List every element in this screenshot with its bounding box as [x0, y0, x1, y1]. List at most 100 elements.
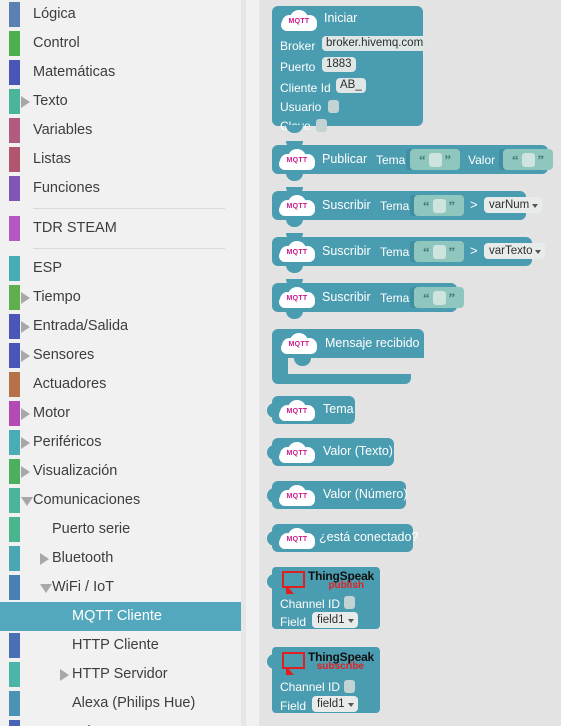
expand-triangle-right-icon[interactable]	[21, 292, 30, 304]
quote-close-icon: ”	[537, 152, 545, 167]
string-slot[interactable]	[432, 198, 446, 213]
field-label-tema: Tema	[376, 153, 406, 167]
block-mqtt-esta-conectado[interactable]: MQTT ¿está conectado?	[267, 524, 418, 552]
field-input-clave[interactable]	[316, 119, 327, 132]
sidebar-item-label: Control	[33, 35, 80, 52]
field-input-channel-id[interactable]	[344, 680, 355, 693]
sidebar-item-texto[interactable]: Texto	[0, 87, 241, 116]
dropdown-variable-varnum[interactable]: varNum	[484, 197, 543, 213]
sidebar-item-tdr-steam[interactable]: TDR STEAM	[0, 214, 241, 243]
chevron-down-icon	[347, 619, 354, 623]
block-mqtt-publicar[interactable]: MQTT Publicar Tema “ ” Valor “ ”	[272, 141, 553, 181]
mqtt-logo-text: MQTT	[288, 341, 310, 348]
expand-triangle-right-icon[interactable]	[40, 553, 49, 565]
sidebar-item-control[interactable]: Control	[0, 29, 241, 58]
field-label-usuario: Usuario	[280, 100, 322, 114]
string-slot[interactable]	[428, 152, 442, 167]
block-palette-flyout[interactable]: MQTT Iniciar Broker broker.hivemq.com Pu…	[260, 0, 561, 726]
block-title-mensaje-recibido: Mensaje recibido	[325, 336, 420, 350]
category-color-chip	[9, 546, 20, 571]
category-color-chip	[9, 430, 20, 455]
field-label-broker: Broker	[280, 39, 316, 53]
block-thingspeak-publish[interactable]: ThingSpeak publish Channel ID Field fiel…	[267, 567, 380, 629]
expand-triangle-right-icon[interactable]	[60, 669, 69, 681]
category-color-chip	[9, 459, 20, 484]
dropdown-field[interactable]: field1	[312, 696, 358, 712]
sidebar-item-label: Alexa (Philips Hue)	[72, 695, 196, 712]
block-mqtt-mensaje-recibido[interactable]: MQTT Mensaje recibido	[272, 329, 424, 384]
toolbox-scrollbar-track[interactable]	[246, 0, 504, 726]
block-mqtt-valor-numero[interactable]: MQTT Valor (Número)	[267, 481, 408, 509]
string-block-tema[interactable]: “ ”	[414, 287, 464, 308]
expand-triangle-down-icon[interactable]	[21, 497, 33, 506]
sidebar-item-label: Actuadores	[33, 376, 107, 393]
field-input-cliente-id[interactable]: AB_	[336, 78, 366, 93]
mqtt-logo-icon: MQTT	[278, 241, 316, 262]
sidebar-item-alexa-philips-hue[interactable]: Alexa (Philips Hue)	[0, 689, 241, 718]
block-mqtt-suscribir-simple[interactable]: MQTT Suscribir Tema “ ”	[272, 279, 464, 319]
quote-open-icon: “	[423, 290, 430, 305]
arrow-separator: >	[470, 197, 478, 212]
sidebar-item-telegram-bot[interactable]: Telegram Bot	[0, 718, 241, 726]
field-label-channel-id: Channel ID	[280, 680, 341, 694]
category-color-chip	[9, 89, 20, 114]
block-mqtt-suscribir-num[interactable]: MQTT Suscribir Tema “ ” > varNum	[272, 187, 543, 227]
sidebar-item-comunicaciones[interactable]: Comunicaciones	[0, 486, 241, 515]
field-input-broker[interactable]: broker.hivemq.com	[322, 36, 428, 51]
expand-triangle-down-icon[interactable]	[40, 584, 52, 593]
sidebar-item-mqtt-cliente[interactable]: MQTT Cliente	[0, 602, 241, 631]
sidebar-item-perif-ricos[interactable]: Periféricos	[0, 428, 241, 457]
block-mqtt-iniciar[interactable]: MQTT Iniciar Broker broker.hivemq.com Pu…	[272, 6, 428, 133]
sidebar-item-listas[interactable]: Listas	[0, 145, 241, 174]
quote-open-icon: “	[423, 198, 430, 213]
sidebar-item-entrada-salida[interactable]: Entrada/Salida	[0, 312, 241, 341]
sidebar-item-variables[interactable]: Variables	[0, 116, 241, 145]
mqtt-logo-text: MQTT	[286, 493, 308, 500]
sidebar-item-http-servidor[interactable]: HTTP Servidor	[0, 660, 241, 689]
field-input-usuario[interactable]	[328, 100, 339, 113]
c-block-inner-notch	[294, 358, 311, 366]
field-input-channel-id[interactable]	[344, 596, 355, 609]
string-slot[interactable]	[432, 290, 446, 305]
sidebar-item-wifi-iot[interactable]: WiFi / IoT	[0, 573, 241, 602]
block-mqtt-valor-texto[interactable]: MQTT Valor (Texto)	[267, 438, 394, 466]
block-thingspeak-subscribe[interactable]: ThingSpeak subscribe Channel ID Field fi…	[267, 647, 380, 713]
sidebar-item-sensores[interactable]: Sensores	[0, 341, 241, 370]
dropdown-field[interactable]: field1	[312, 612, 358, 628]
expand-triangle-right-icon[interactable]	[21, 466, 30, 478]
sidebar-item-label: Visualización	[33, 463, 118, 480]
toolbox-tree[interactable]: Lógica Control Matemáticas Texto Variables Li…	[0, 0, 241, 726]
string-block-tema[interactable]: “ ”	[410, 149, 460, 170]
sidebar-item-bluetooth[interactable]: Bluetooth	[0, 544, 241, 573]
sidebar-item-label: Periféricos	[33, 434, 102, 451]
string-block-valor[interactable]: “ ”	[503, 149, 553, 170]
sidebar-item-http-cliente[interactable]: HTTP Cliente	[0, 631, 241, 660]
field-input-puerto[interactable]: 1883	[322, 57, 356, 72]
sidebar-item-tiempo[interactable]: Tiempo	[0, 283, 241, 312]
expand-triangle-right-icon[interactable]	[21, 321, 30, 333]
sidebar-item-l-gica[interactable]: Lógica	[0, 0, 241, 29]
sidebar-item-funciones[interactable]: Funciones	[0, 174, 241, 203]
expand-triangle-right-icon[interactable]	[21, 96, 30, 108]
sidebar-item-puerto-serie[interactable]: Puerto serie	[0, 515, 241, 544]
expand-triangle-right-icon[interactable]	[21, 437, 30, 449]
string-slot[interactable]	[432, 244, 446, 259]
sidebar-item-matem-ticas[interactable]: Matemáticas	[0, 58, 241, 87]
block-mqtt-suscribir-texto[interactable]: MQTT Suscribir Tema “ ” > varTexto	[272, 233, 546, 273]
sidebar-item-actuadores[interactable]: Actuadores	[0, 370, 241, 399]
tree-divider	[33, 208, 225, 209]
string-block-tema[interactable]: “ ”	[414, 195, 464, 216]
expand-triangle-right-icon[interactable]	[21, 408, 30, 420]
dropdown-variable-vartexto[interactable]: varTexto	[484, 243, 546, 259]
string-slot[interactable]	[521, 152, 535, 167]
sidebar-item-motor[interactable]: Motor	[0, 399, 241, 428]
sidebar-item-visualizaci-n[interactable]: Visualización	[0, 457, 241, 486]
dropdown-value: varTexto	[489, 245, 533, 257]
category-color-chip	[9, 633, 20, 658]
expand-triangle-right-icon[interactable]	[21, 350, 30, 362]
block-mqtt-tema[interactable]: MQTT Tema	[267, 396, 355, 424]
sidebar-item-esp[interactable]: ESP	[0, 254, 241, 283]
mqtt-logo-text: MQTT	[286, 450, 308, 457]
quote-open-icon: “	[423, 244, 430, 259]
string-block-tema[interactable]: “ ”	[414, 241, 464, 262]
